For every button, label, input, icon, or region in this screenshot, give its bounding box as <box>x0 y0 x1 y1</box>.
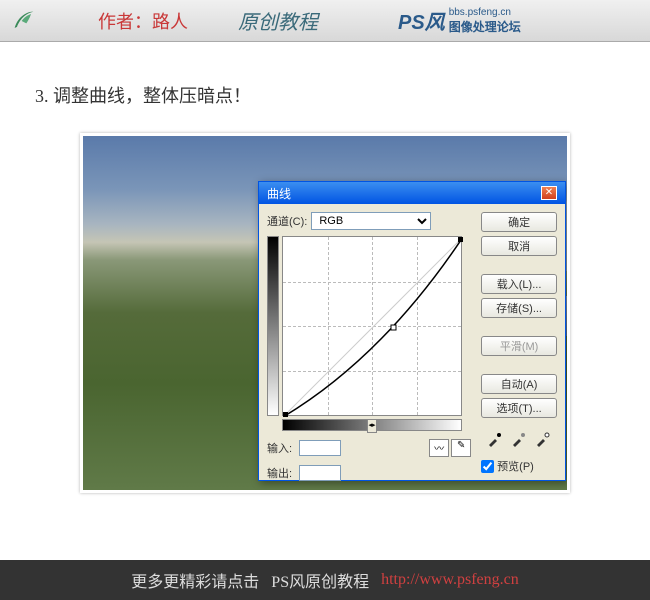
ok-button[interactable]: 确定 <box>481 212 557 232</box>
dialog-titlebar[interactable]: 曲线 ✕ <box>259 182 565 204</box>
curve-type-toggle: 〰 ✎ <box>429 439 471 457</box>
channel-label: 通道(C): <box>267 213 307 229</box>
vertical-gradient <box>267 236 279 416</box>
channel-row: 通道(C): RGB <box>267 212 471 230</box>
preview-label: 预览(P) <box>497 458 534 474</box>
input-value-field[interactable] <box>299 440 341 456</box>
page-footer: 更多更精彩请点击 PS风原创教程 http://www.psfeng.cn <box>0 560 650 600</box>
tutorial-label: 原创教程 <box>238 6 318 35</box>
eyedropper-white-icon[interactable] <box>534 430 552 448</box>
screenshot-frame: 曲线 ✕ 通道(C): RGB <box>80 133 570 493</box>
footer-text-1: 更多更精彩请点击 <box>131 568 259 592</box>
curve-line <box>283 237 463 417</box>
cancel-button[interactable]: 取消 <box>481 236 557 256</box>
content-area: 3. 调整曲线，整体压暗点！ 曲线 ✕ 通道(C): RGB <box>0 42 650 503</box>
dialog-body: 通道(C): RGB <box>259 204 565 489</box>
curves-dialog: 曲线 ✕ 通道(C): RGB <box>258 181 566 481</box>
auto-button[interactable]: 自动(A) <box>481 374 557 394</box>
curve-area <box>267 236 471 416</box>
eyedropper-row <box>481 430 557 448</box>
curves-panel: 通道(C): RGB <box>267 212 471 481</box>
feather-icon <box>10 7 38 35</box>
channel-select[interactable]: RGB <box>311 212 431 230</box>
output-label: 输出: <box>267 465 299 481</box>
dialog-title-text: 曲线 <box>267 185 291 202</box>
brand-text: PS风 <box>398 6 445 35</box>
brand-subtitle: 图像处理论坛 <box>449 18 521 35</box>
input-label: 输入: <box>267 440 299 456</box>
page-header: 作者：路人 原创教程 PS风 bbs.psfeng.cn 图像处理论坛 <box>0 0 650 42</box>
dialog-buttons: 确定 取消 载入(L)... 存储(S)... 平滑(M) 自动(A) 选项(T… <box>481 212 557 481</box>
output-value-field[interactable] <box>299 465 341 481</box>
curve-pencil-icon[interactable]: ✎ <box>451 439 471 457</box>
io-row-2: 输出: <box>267 465 471 481</box>
step-title: 3. 调整曲线，整体压暗点！ <box>35 82 615 108</box>
smooth-button: 平滑(M) <box>481 336 557 356</box>
horizontal-gradient[interactable]: ◂▸ <box>282 419 462 431</box>
preview-row: 预览(P) <box>481 458 557 474</box>
close-icon[interactable]: ✕ <box>541 186 557 200</box>
brand-url: bbs.psfeng.cn <box>449 7 521 18</box>
load-button[interactable]: 载入(L)... <box>481 274 557 294</box>
footer-link[interactable]: http://www.psfeng.cn <box>381 571 519 589</box>
landscape-image: 曲线 ✕ 通道(C): RGB <box>83 136 567 490</box>
save-button[interactable]: 存储(S)... <box>481 298 557 318</box>
curve-editor[interactable] <box>282 236 462 416</box>
hgrad-row: ◂▸ <box>267 419 471 431</box>
brand-logo: PS风 bbs.psfeng.cn 图像处理论坛 <box>398 6 521 35</box>
eyedropper-gray-icon[interactable] <box>510 430 528 448</box>
curve-smooth-icon[interactable]: 〰 <box>429 439 449 457</box>
footer-text-2: PS风原创教程 <box>271 568 369 592</box>
eyedropper-black-icon[interactable] <box>486 430 504 448</box>
preview-checkbox[interactable] <box>481 460 494 473</box>
options-button[interactable]: 选项(T)... <box>481 398 557 418</box>
author-label: 作者：路人 <box>98 8 188 34</box>
gradient-handle[interactable]: ◂▸ <box>367 419 377 433</box>
io-row: 输入: 〰 ✎ <box>267 439 471 457</box>
